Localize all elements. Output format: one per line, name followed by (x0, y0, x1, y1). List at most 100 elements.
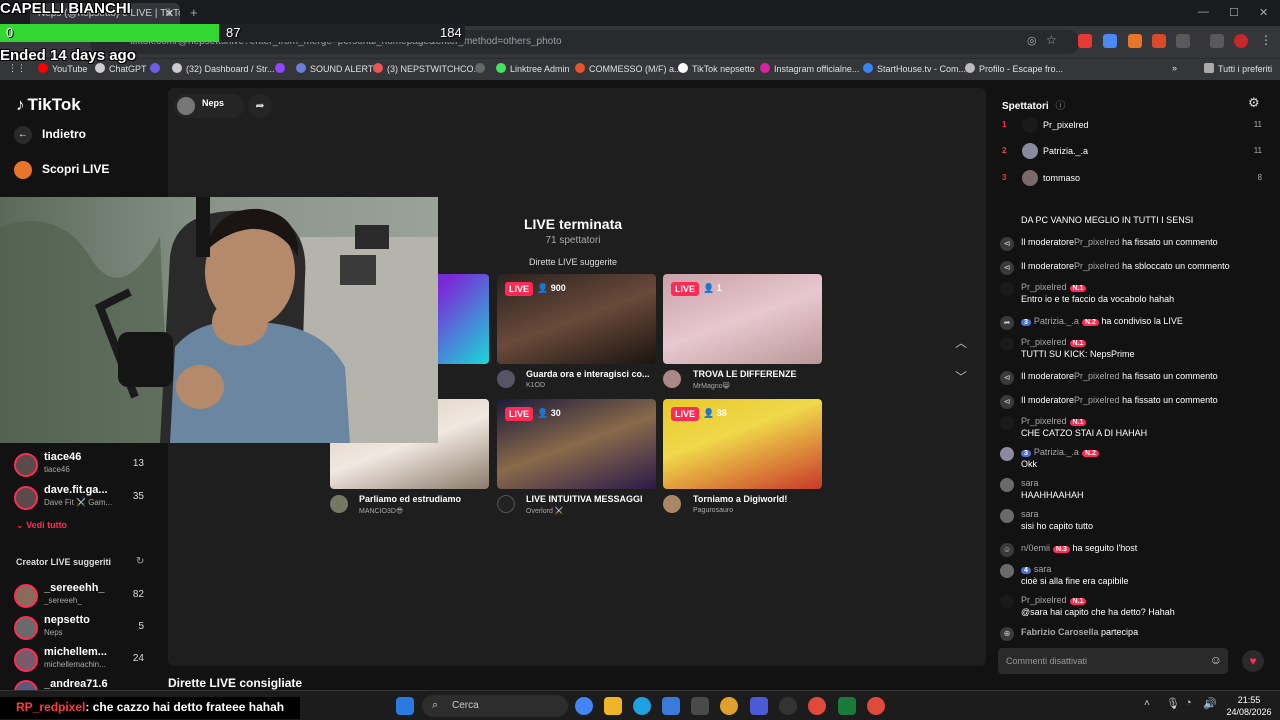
avatar (1000, 337, 1014, 351)
avatar (1000, 509, 1014, 523)
see-all-link[interactable]: ⌄ Vedi tutto (16, 520, 67, 531)
app-icon[interactable] (662, 697, 680, 715)
rank-badge: N.1 (1069, 598, 1087, 605)
avatar (14, 584, 38, 608)
new-tab-button[interactable]: + (190, 5, 198, 20)
apps-grid-icon[interactable]: ⋮⋮ (8, 63, 26, 74)
bookmark-linktree[interactable]: Linktree Admin (496, 63, 570, 74)
translate-icon[interactable] (1103, 34, 1117, 48)
bookmark-sound-alert[interactable]: SOUND ALERT (296, 63, 373, 74)
close-tab-icon[interactable]: ✕ (165, 7, 174, 20)
folder-icon[interactable] (604, 697, 622, 715)
card-title[interactable]: TROVA LE DIFFERENZE (693, 369, 833, 379)
card-user[interactable]: K1OD (526, 382, 545, 389)
bookmark-dashboard[interactable]: (32) Dashboard / Str... (172, 63, 275, 74)
puzzle-icon[interactable] (1176, 34, 1190, 48)
bookmark-twitch[interactable] (275, 63, 289, 74)
bookmarks-more-button[interactable]: » (1172, 63, 1177, 73)
comment-input[interactable]: Commenti disattivati ☺ (998, 648, 1228, 674)
top-viewer-row[interactable]: 2 Patrizia._.a 11 (1002, 142, 1262, 162)
bookmark-nepstwitchco[interactable]: (3) NEPSTWITCHCO... (373, 63, 481, 74)
poll-bar: 0 87 184 (0, 24, 465, 42)
person-icon: 👤 (703, 283, 715, 293)
card-user[interactable]: Overlord ⚔️ (526, 507, 564, 515)
mic-icon[interactable]: 🎙 (1166, 697, 1180, 710)
all-bookmarks-button[interactable]: Tutti i preferiti (1204, 63, 1272, 74)
card-user[interactable]: MANCIO3D😎 (359, 507, 403, 515)
card-title[interactable]: LIVE INTUITIVA MESSAGGI (526, 494, 666, 504)
emoji-icon[interactable]: ☺ (1210, 653, 1222, 667)
star-icon[interactable]: ☆ (1046, 33, 1057, 47)
bookmark-icon-only[interactable] (150, 63, 164, 74)
chrome-icon[interactable] (867, 697, 885, 715)
bookmark-chatgpt[interactable]: ChatGPT (95, 63, 147, 74)
chrome-icon[interactable] (808, 697, 826, 715)
obs-icon[interactable] (779, 697, 797, 715)
app-icon[interactable] (750, 697, 768, 715)
bookmark-commesso[interactable]: COMMESSO (M/F) a... (575, 63, 682, 74)
bookmark-escape[interactable]: Profilo - Escape fro... (965, 63, 1063, 74)
info-icon[interactable]: ⓘ (1055, 101, 1065, 112)
extension-icon[interactable] (1128, 34, 1142, 48)
live-card[interactable]: LIVE 👤 900 (497, 274, 656, 364)
tab-bar: Neps (@nepsetto) è LIVE | TikTok ✕ + — ☐… (0, 0, 1280, 26)
sound-alert-icon (296, 63, 306, 73)
card-title[interactable]: Torniamo a Digiworld! (693, 494, 833, 504)
suggested-creator[interactable]: _sereeehh_ _sereeeh_ 82 (14, 582, 154, 612)
host-pill[interactable]: Neps (174, 94, 244, 118)
kebab-menu-icon[interactable]: ⋮ (1260, 33, 1272, 47)
bookmark-icon-only[interactable] (475, 63, 489, 74)
wifi-icon[interactable]: ◔ (1185, 697, 1192, 709)
menu-list-icon[interactable] (1210, 34, 1224, 48)
bookmark-tiktok[interactable]: TikTok nepsetto (678, 63, 755, 74)
clock[interactable]: 21:55 24/08/2026 (1226, 694, 1272, 718)
gear-icon[interactable]: ⚙ (1248, 95, 1260, 111)
taskbar-search[interactable]: ⌕ Cerca (422, 695, 568, 717)
followed-channel[interactable]: dave.fit.ga... Dave Fit ⚔️ Gam... 35 (14, 484, 154, 514)
chrome-icon[interactable] (720, 697, 738, 715)
minimize-button[interactable]: — (1198, 6, 1209, 18)
eye-off-icon[interactable]: ◎ (1027, 34, 1037, 47)
nav-discover-live[interactable]: Scopri LIVE (14, 161, 109, 179)
store-icon[interactable] (691, 697, 709, 715)
back-button[interactable]: ← Indietro (14, 126, 86, 144)
bookmark-starthouse[interactable]: StartHouse.tv - Com... (863, 63, 966, 74)
live-card[interactable]: LIVE 👤 1 (663, 274, 822, 364)
avatar (1000, 595, 1014, 609)
card-user[interactable]: MrMagno😸 (693, 382, 730, 390)
bookmark-icon (150, 63, 160, 73)
live-card[interactable]: LIVE 👤 38 (663, 399, 822, 489)
chat-overlay-user: RP_redpixel (16, 700, 86, 714)
chevron-down-icon[interactable]: ﹀ (952, 368, 970, 385)
card-title[interactable]: Guarda ora e interagisci co... (526, 369, 666, 379)
edge-icon[interactable] (633, 697, 651, 715)
profile-avatar[interactable] (1234, 34, 1248, 48)
avatar (177, 97, 195, 115)
bookmark-instagram[interactable]: Instagram officialne... (760, 63, 859, 74)
windows-start-icon[interactable] (396, 697, 414, 715)
card-user[interactable]: Pagurosauro (693, 507, 733, 514)
refresh-icon[interactable]: ↻ (136, 556, 144, 567)
excel-icon[interactable] (838, 697, 856, 715)
adblock-icon[interactable] (1078, 34, 1092, 48)
chevron-up-icon[interactable]: ˄ (1144, 698, 1150, 709)
extension-icon[interactable] (1152, 34, 1166, 48)
share-icon[interactable]: ➦ (248, 94, 272, 118)
maximize-button[interactable]: ☐ (1229, 6, 1239, 19)
chrome-icon[interactable] (575, 697, 593, 715)
avatar (1022, 117, 1038, 133)
close-window-button[interactable]: ✕ (1259, 6, 1268, 19)
suggested-creator[interactable]: nepsetto Neps 5 (14, 614, 154, 644)
top-viewer-row[interactable]: 1 Pr_pixelred 11 (1002, 116, 1262, 136)
heart-icon[interactable]: ♥ (1242, 650, 1264, 672)
bookmark-youtube[interactable]: YouTube (38, 63, 87, 74)
volume-icon[interactable]: 🔊 (1203, 697, 1217, 710)
top-viewer-row[interactable]: 3 tommaso 8 (1002, 169, 1262, 189)
suggested-creator[interactable]: michellem... michellemachin... 24 (14, 646, 154, 676)
chevron-up-icon[interactable]: ︿ (952, 334, 970, 351)
live-card[interactable]: LIVE 👤 30 (497, 399, 656, 489)
card-title[interactable]: Parliamo ed estrudiamo (359, 494, 499, 504)
followed-channel[interactable]: tiace46 tiace46 13 (14, 451, 154, 481)
dashboard-icon (172, 63, 182, 73)
tiktok-logo[interactable]: ♪ TikTok (16, 95, 81, 115)
